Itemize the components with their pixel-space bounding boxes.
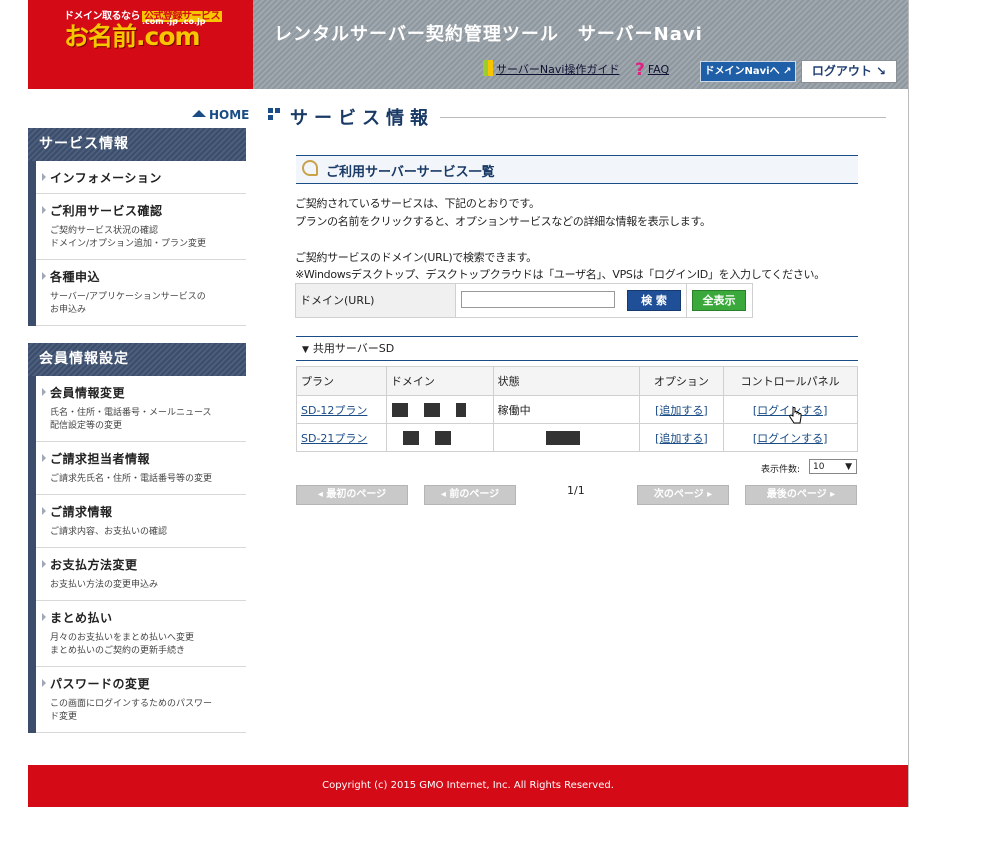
sidebar-item-billing-info[interactable]: ご請求情報 ご請求内容、お支払いの確認 <box>36 495 246 548</box>
description-line-1: ご契約されているサービスは、下記のとおりです。 <box>295 197 540 210</box>
divider <box>686 284 687 317</box>
home-icon <box>192 110 206 117</box>
guide-icon <box>483 60 493 76</box>
sidebar-item-service-check[interactable]: ご利用サービス確認 ご契約サービス状況の確認 ドメイン/オプション追加・プラン変… <box>36 194 246 260</box>
page-frame: ドメイン取るなら 公式登録サービス お名前.com .com .jp .co.jp… <box>28 0 909 807</box>
sidebar-item-bulk-payment[interactable]: まとめ払い 月々のお支払いをまとめ払いへ変更 まとめ払いのご契約の更新手続き <box>36 601 246 667</box>
page-indicator: 1/1 <box>567 484 585 497</box>
sidebar-service-list: インフォメーション ご利用サービス確認 ご契約サービス状況の確認 ドメイン/オプ… <box>28 161 246 326</box>
show-all-button[interactable]: 全表示 <box>692 290 746 311</box>
onamae-logo[interactable]: ドメイン取るなら 公式登録サービス お名前.com .com .jp .co.jp <box>28 0 253 89</box>
badge-icon <box>302 160 318 176</box>
add-option-link[interactable]: [追加する] <box>655 404 708 417</box>
prev-page-button[interactable]: ◂ 前のページ <box>424 485 516 505</box>
logout-button[interactable]: ログアウト ↘ <box>801 60 897 83</box>
page-title: サービス情報 <box>290 108 434 129</box>
section-header: ご利用サーバーサービス一覧 <box>296 155 858 184</box>
col-header-status: 状態 <box>492 366 641 396</box>
add-option-link[interactable]: [追加する] <box>655 432 708 445</box>
group-header-sd[interactable]: ▼ 共用サーバーSD <box>296 336 858 361</box>
domain-search-input[interactable] <box>461 291 615 308</box>
status-cell-redacted <box>492 423 641 452</box>
hand-cursor-icon <box>789 407 802 424</box>
description-line-3: ご契約サービスのドメイン(URL)で検索できます。 <box>295 251 537 264</box>
app-title: レンタルサーバー契約管理ツール サーバーNavi <box>274 24 703 45</box>
sidebar-section-service: サービス情報 <box>28 128 246 161</box>
section-title: ご利用サーバーサービス一覧 <box>326 165 495 180</box>
domain-cell-redacted <box>385 423 494 452</box>
sidebar-item-billing-contact[interactable]: ご請求担当者情報 ご請求先氏名・住所・電話番号等の変更 <box>36 442 246 495</box>
plan-link[interactable]: SD-21プラン <box>301 432 367 445</box>
sidebar-section-member: 会員情報設定 <box>28 343 246 376</box>
description-line-4: ※Windowsデスクトップ、デスクトップクラウドは「ユーザ名」、VPSは「ログ… <box>295 268 825 281</box>
question-icon: ? <box>634 60 645 80</box>
display-count-label: 表示件数: <box>761 465 801 475</box>
domain-search-label: ドメイン(URL) <box>296 284 456 317</box>
logo-tlds: .com .jp .co.jp <box>142 17 206 26</box>
service-table: プラン ドメイン 状態 オプション コントロールパネル SD-12プラン 稼働中… <box>296 366 858 452</box>
domain-navi-button[interactable]: ドメインNaviへ ↗ <box>700 61 796 82</box>
sidebar-item-member-info[interactable]: 会員情報変更 氏名・住所・電話番号・メールニュース 配信設定等の変更 <box>36 376 246 442</box>
col-header-control-panel: コントロールパネル <box>723 366 858 396</box>
header: ドメイン取るなら 公式登録サービス お名前.com .com .jp .co.jp… <box>28 0 908 89</box>
dropdown-arrow-icon: ▼ <box>845 462 852 472</box>
header-links: サーバーNavi操作ガイド ? FAQ <box>483 60 669 80</box>
col-header-option: オプション <box>639 366 725 396</box>
display-count-select[interactable]: 10 ▼ <box>809 459 857 474</box>
sidebar-item-payment-method[interactable]: お支払方法変更 お支払い方法の変更申込み <box>36 548 246 601</box>
domain-cell-redacted <box>385 395 494 424</box>
col-header-plan: プラン <box>296 366 387 396</box>
title-rule <box>440 117 886 118</box>
sidebar-item-information[interactable]: インフォメーション <box>36 161 246 194</box>
description-line-2: プランの名前をクリックすると、オプションサービスなどの詳細な情報を表示します。 <box>295 215 711 228</box>
col-header-domain: ドメイン <box>385 366 494 396</box>
table-row: SD-21プラン [追加する] [ログインする] <box>296 423 858 452</box>
home-link[interactable]: HOME <box>192 108 249 122</box>
guide-link[interactable]: サーバーNavi操作ガイド <box>496 63 619 76</box>
last-page-button[interactable]: 最後のページ ▸ <box>745 485 857 505</box>
search-button[interactable]: 検 索 <box>627 290 681 311</box>
control-panel-login-link[interactable]: [ログインする] <box>753 432 828 445</box>
sidebar-item-password[interactable]: パスワードの変更 この画面にログインするためのパスワー ド変更 <box>36 667 246 733</box>
table-row: SD-12プラン 稼働中 [追加する] [ログインする] <box>296 395 858 424</box>
footer: Copyright (c) 2015 GMO Internet, Inc. Al… <box>28 765 908 807</box>
faq-link[interactable]: FAQ <box>648 63 669 76</box>
table-header-row: プラン ドメイン 状態 オプション コントロールパネル <box>296 366 858 396</box>
status-cell: 稼働中 <box>492 395 641 424</box>
sidebar-item-applications[interactable]: 各種申込 サーバー/アプリケーションサービスの お申込み <box>36 260 246 326</box>
plan-link[interactable]: SD-12プラン <box>301 404 367 417</box>
domain-search-form: ドメイン(URL) 検 索 全表示 <box>295 283 753 318</box>
sidebar-member-list: 会員情報変更 氏名・住所・電話番号・メールニュース 配信設定等の変更 ご請求担当… <box>28 376 246 733</box>
next-page-button[interactable]: 次のページ ▸ <box>637 485 729 505</box>
title-marker-icon <box>268 108 280 122</box>
collapse-triangle-icon: ▼ <box>302 345 309 355</box>
first-page-button[interactable]: ◂ 最初のページ <box>296 485 408 505</box>
